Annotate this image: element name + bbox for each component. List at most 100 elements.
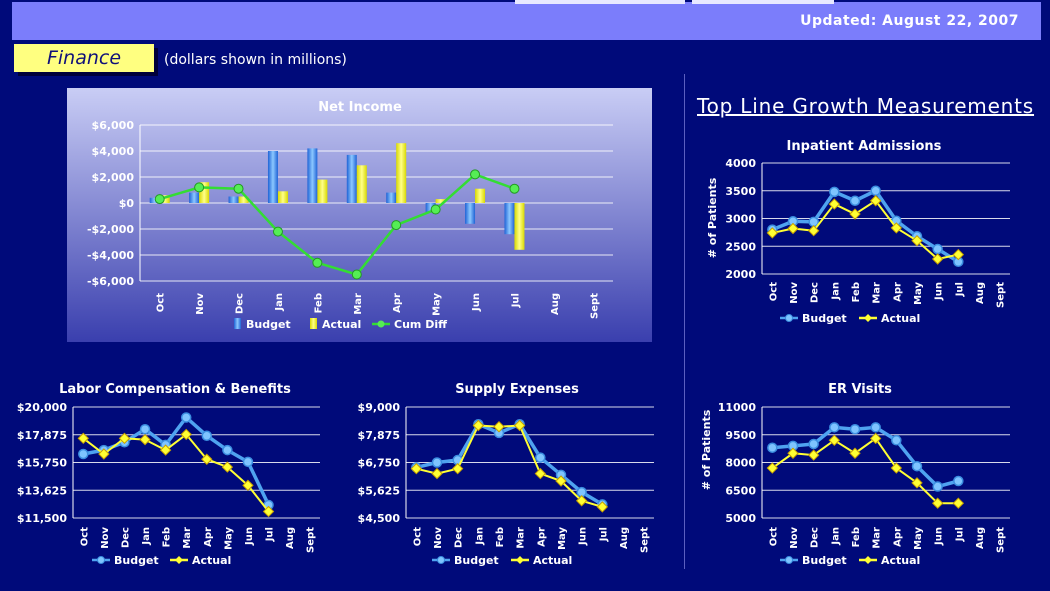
x-tick-label: May	[913, 282, 924, 305]
y-tick-label: -$4,000	[87, 249, 134, 262]
x-tick-label: Jun	[934, 527, 945, 546]
series-line-budget	[771, 189, 960, 264]
legend-swatch-marker	[516, 556, 524, 564]
x-tick-label: Nov	[789, 282, 800, 304]
budget-point	[139, 423, 151, 435]
x-tick-label: Oct	[412, 527, 423, 546]
actual-point	[431, 467, 443, 480]
actual-point	[451, 462, 464, 475]
budget-bar	[307, 148, 318, 203]
legend-label: Budget	[802, 554, 847, 567]
budget-point	[849, 195, 861, 206]
y-tick-label: 9500	[725, 429, 756, 442]
actual-bar	[277, 191, 288, 203]
y-tick-label: -$6,000	[87, 275, 134, 288]
actual-point	[849, 208, 861, 220]
y-tick-label: -$2,000	[87, 223, 134, 236]
budget-point	[849, 423, 861, 435]
cum-diff-point	[233, 183, 244, 194]
budget-point	[535, 452, 546, 463]
x-tick-label: Sept	[306, 527, 317, 553]
x-tick-label: Feb	[162, 527, 173, 547]
legend-swatch-marker	[377, 320, 385, 328]
budget-point	[953, 475, 964, 487]
x-tick-label: Aug	[975, 527, 986, 549]
x-tick-label: Sept	[640, 527, 651, 553]
x-tick-label: Oct	[156, 293, 167, 312]
x-tick-label: Jun	[934, 282, 945, 301]
budget-bar	[346, 154, 357, 203]
x-tick-label: Jan	[141, 527, 152, 546]
y-axis-label: # of Patients	[706, 177, 719, 258]
cum-diff-point	[312, 257, 323, 268]
x-tick-label: Mar	[872, 527, 883, 549]
er-chart: 5000 6500 8000 9500 11000 Oct Nov Dec Jan Feb Mar A…	[700, 382, 1010, 567]
budget-point	[180, 412, 192, 423]
x-tick-label: Mar	[516, 527, 527, 549]
x-tick-label: Jun	[244, 527, 255, 546]
cum-diff-point	[194, 182, 205, 193]
x-tick-label: Sept	[996, 527, 1007, 553]
x-tick-label: Aug	[285, 527, 296, 549]
legend-label: Actual	[192, 554, 231, 567]
x-tick-label: Feb	[495, 527, 506, 547]
cum-diff-point	[391, 220, 402, 231]
x-tick-label: Nov	[433, 527, 444, 549]
y-tick-label: $7,875	[358, 429, 400, 442]
budget-point	[808, 216, 819, 228]
x-tick-label: Oct	[768, 527, 779, 546]
budget-point	[870, 422, 881, 433]
x-tick-label: Dec	[810, 527, 821, 548]
legend-swatch-marker	[785, 556, 793, 564]
actual-bar	[514, 203, 525, 250]
x-tick-label: Dec	[454, 527, 465, 548]
x-tick-label: May	[432, 293, 443, 316]
cum-diff-point	[154, 194, 165, 205]
x-tick-label: Feb	[851, 282, 862, 302]
actual-bar	[475, 188, 486, 203]
legend-label: Actual	[881, 554, 920, 567]
x-tick-label: Apr	[892, 282, 903, 302]
y-tick-label: $17,875	[17, 429, 67, 442]
legend-label: Budget	[454, 554, 499, 567]
y-tick-label: 11000	[718, 401, 757, 414]
budget-point	[932, 481, 943, 492]
x-tick-label: Oct	[79, 527, 90, 546]
x-tick-label: Jul	[954, 282, 965, 297]
y-tick-label: 2500	[725, 240, 756, 253]
legend-swatch-marker	[97, 556, 105, 564]
x-tick-label: Mar	[182, 527, 193, 549]
legend-swatch-budget	[234, 318, 241, 329]
y-tick-label: $0	[119, 197, 135, 210]
budget-point	[767, 442, 778, 453]
y-tick-label: 6500	[725, 484, 756, 497]
series-line-actual	[416, 424, 603, 508]
budget-point	[242, 456, 254, 468]
y-tick-label: $4,500	[358, 512, 401, 525]
chart-title: Labor Compensation & Benefits	[59, 382, 291, 397]
x-tick-label: Jan	[474, 527, 485, 546]
x-tick-label: Oct	[768, 282, 779, 301]
x-tick-label: Jan	[274, 293, 285, 312]
budget-point	[829, 422, 840, 433]
x-tick-label: Aug	[975, 282, 986, 304]
cum-diff-point	[272, 226, 283, 237]
legend-label: Actual	[322, 318, 361, 331]
y-tick-label: $4,000	[92, 145, 135, 158]
y-tick-label: $20,000	[17, 401, 67, 414]
chart-title: ER Visits	[828, 382, 892, 397]
x-tick-label: May	[557, 527, 568, 550]
budget-point	[891, 435, 902, 446]
budget-bar	[189, 192, 200, 203]
legend-swatch-marker	[437, 556, 445, 564]
x-tick-label: Sept	[589, 293, 600, 319]
legend-swatch-marker	[864, 556, 872, 564]
x-tick-label: Mar	[872, 282, 883, 304]
y-tick-label: 4000	[725, 157, 756, 170]
x-tick-label: Jun	[578, 527, 589, 546]
budget-point	[932, 243, 943, 255]
chart-title: Net Income	[318, 100, 402, 115]
inpatient-chart: 2000 2500 3000 3500 4000 Oct Nov Dec Jan Feb Mar Ap…	[706, 139, 1010, 325]
cum-diff-point	[351, 269, 362, 280]
x-tick-label: Jun	[471, 293, 482, 312]
